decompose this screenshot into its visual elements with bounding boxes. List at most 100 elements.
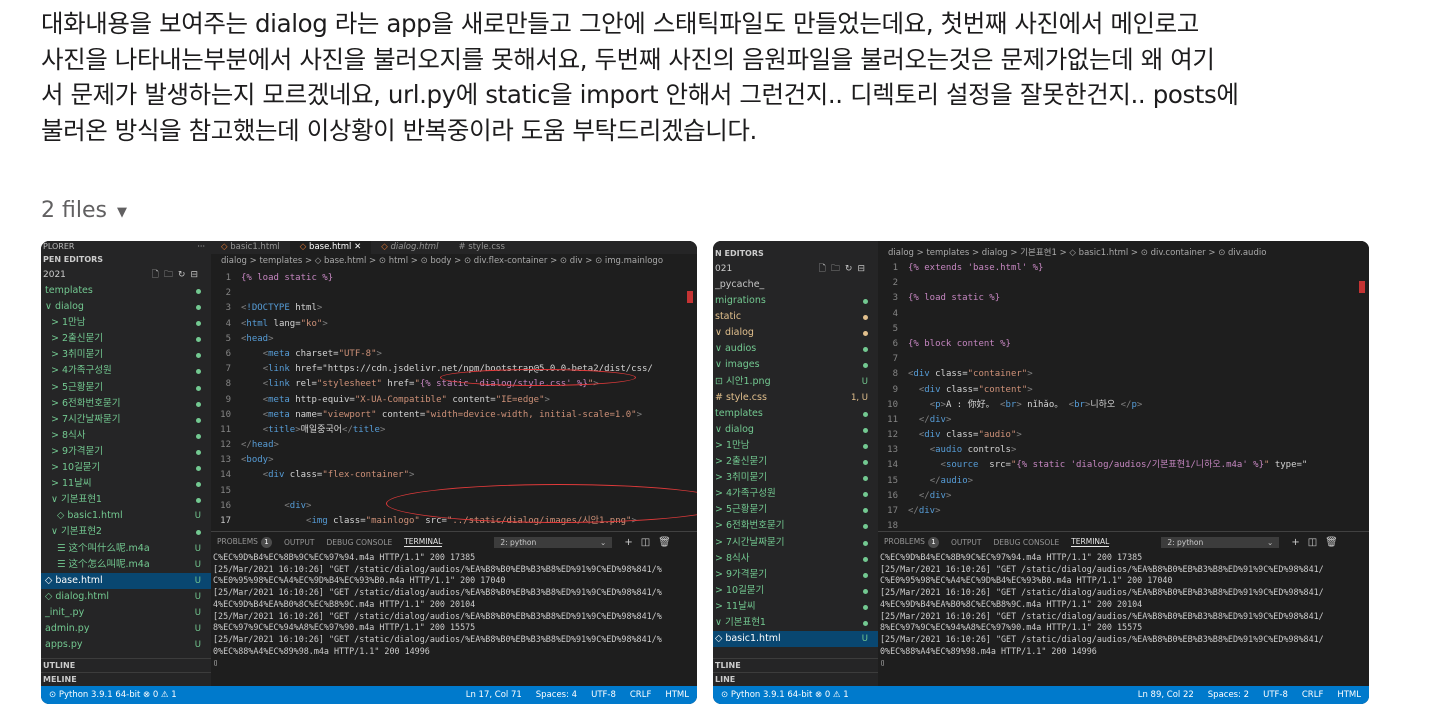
tree-item[interactable]: static: [713, 309, 878, 325]
tree-item[interactable]: ☰ 这个怎么叫呢.m4a U: [41, 557, 211, 573]
git-dot-icon: [196, 449, 201, 455]
tree-item[interactable]: > 4가족구성원: [41, 363, 211, 379]
code-line: 9 <meta http-equiv="X-UA-Compatible" con…: [211, 393, 697, 408]
tree-item[interactable]: ☰ 这个叫什么呢.m4a U: [41, 541, 211, 557]
attachments-toggle[interactable]: 2 files ▼: [41, 198, 127, 223]
tree-item[interactable]: ◇ basic1.html U: [713, 631, 878, 648]
tree-item[interactable]: > 2출신묻기: [41, 331, 211, 347]
git-dot-icon: [196, 369, 201, 375]
terminal-line: C%EC%9D%B4%EC%8B%9C%EC%97%94.m4a HTTP/1.…: [880, 552, 1143, 562]
line-number: 11: [887, 414, 898, 425]
tree-item[interactable]: > 11날씨: [41, 476, 211, 492]
terminal-line: 0%EC%88%A4%EC%89%98.m4a HTTP/1.1" 200 14…: [880, 645, 1097, 656]
code-line: 7: [878, 352, 1369, 367]
code-line: 8 <div class="container">: [878, 367, 1369, 382]
panel-actions-icon: +◫🗑: [624, 536, 679, 548]
code-line: 1 {% extends 'base.html' %}: [878, 261, 1369, 276]
git-status: U: [194, 559, 201, 570]
line-number: 10: [220, 409, 231, 420]
tree-item[interactable]: ◇ base.html U: [41, 572, 211, 589]
tree-item[interactable]: admin.py U: [41, 621, 211, 637]
tree-item-label: > 3취미묻기: [715, 472, 767, 484]
tree-item[interactable]: ∨ 기본표현1: [713, 615, 878, 631]
tree-item[interactable]: templates: [41, 283, 211, 299]
line-number: 7: [892, 354, 898, 365]
tab-dialog: ◇ dialog.html: [381, 242, 439, 252]
git-status: 1, U: [850, 392, 868, 403]
terminal-line: 8%EC%97%9C%EC%94%A8%EC%97%90.m4a HTTP/1.…: [880, 622, 1143, 633]
tree-item[interactable]: > 9가격묻기: [41, 444, 211, 460]
tree-item-label: > 11날씨: [715, 600, 756, 612]
caret-down-icon: ▼: [116, 204, 127, 220]
tree-item[interactable]: > 6전화번호묻기: [713, 518, 878, 534]
open-editors-section: N EDITORS: [715, 249, 764, 258]
terminal-line: 8%EC%97%9C%EC%94%A8%EC%97%90.m4a HTTP/1.…: [213, 622, 476, 633]
tree-item-label: ◇ basic1.html: [57, 510, 123, 522]
code-text: {% extends 'base.html' %}: [908, 263, 1044, 273]
tree-item[interactable]: > 2출신묻기: [713, 454, 878, 470]
terminal-panel: PROBLEMS 1 OUTPUT DEBUG CONSOLE TERMINAL …: [878, 531, 1369, 686]
git-dot-icon: [196, 353, 201, 359]
tree-item[interactable]: _pycache_: [713, 277, 878, 293]
tree-item[interactable]: ∨ audios: [713, 341, 878, 357]
tree-item[interactable]: > 3취미묻기: [713, 470, 878, 486]
tree-item-label: > 3취미묻기: [51, 349, 103, 361]
tree-item[interactable]: > 1만남: [713, 438, 878, 454]
tree-item[interactable]: > 5근황묻기: [713, 502, 878, 518]
git-dot-icon: [196, 401, 201, 407]
tree-item[interactable]: > 5근황묻기: [41, 380, 211, 396]
tree-item-label: ∨ 기본표현1: [51, 494, 102, 506]
terminal-select: 2: python ⌄: [494, 536, 613, 548]
line-number: 16: [220, 500, 231, 511]
tree-item[interactable]: ◇ basic1.html U: [41, 508, 211, 524]
tree-item-label: > 8식사: [715, 552, 750, 564]
status-left: ⊙ Python 3.9.1 64-bit ⊗ 0 ⚠ 1: [49, 690, 177, 700]
tree-item[interactable]: ∨ 기본표현1: [41, 492, 211, 508]
project-name: 2021: [43, 270, 66, 280]
tree-item[interactable]: > 8식사: [41, 428, 211, 444]
tree-item[interactable]: > 11날씨: [713, 599, 878, 615]
tree-item[interactable]: > 10길묻기: [41, 460, 211, 476]
tree-item[interactable]: _init_.py U: [41, 605, 211, 621]
code-line: 5 <head>: [211, 332, 697, 347]
tree-item[interactable]: ∨ dialog: [713, 325, 878, 341]
tree-item-label: ∨ audios: [715, 343, 757, 355]
tree-item[interactable]: > 6전화번호묻기: [41, 396, 211, 412]
tree-item[interactable]: migrations: [713, 293, 878, 309]
terminal-output: C%EC%9D%B4%EC%8B%9C%EC%97%94.m4a HTTP/1.…: [211, 552, 697, 669]
tree-item[interactable]: > 8식사: [713, 551, 878, 567]
code-text: <audio controls>: [929, 445, 1017, 456]
tree-item[interactable]: > 10길묻기: [713, 583, 878, 599]
tree-item[interactable]: > 7시간날짜묻기: [713, 535, 878, 551]
explorer-sidebar: N EDITORS 021 🗋🗀↻⊟ _pycache_ migrations st…: [713, 241, 878, 686]
tree-item[interactable]: > 3취미묻기: [41, 347, 211, 363]
code-line: 13 <body>: [211, 453, 697, 468]
line-number: 4: [892, 308, 898, 319]
line-number: 14: [220, 470, 231, 481]
tree-item[interactable]: > 9가격묻기: [713, 567, 878, 583]
code-line: 1 {% load static %}: [211, 271, 697, 286]
attachment-image-2[interactable]: N EDITORS 021 🗋🗀↻⊟ _pycache_ migrations st…: [713, 241, 1369, 704]
line-number: 5: [892, 323, 898, 334]
tree-item[interactable]: ◇ dialog.html U: [41, 589, 211, 605]
explorer-actions-icon: 🗋🗀↻⊟: [151, 270, 203, 280]
status-item: HTML: [1337, 690, 1361, 700]
tree-item[interactable]: ∨ 기본표현2: [41, 524, 211, 540]
tree-item[interactable]: > 7시간날짜묻기: [41, 412, 211, 428]
tree-item[interactable]: apps.py U: [41, 637, 211, 653]
attachment-image-1[interactable]: PLORER ··· PEN EDITORS 2021 🗋🗀↻⊟ templat…: [41, 241, 697, 704]
tab-problems: PROBLEMS 1: [217, 536, 272, 548]
tree-item[interactable]: > 4가족구성원: [713, 486, 878, 502]
tree-item[interactable]: ⊡ 시안1.png U: [713, 374, 878, 390]
tree-item[interactable]: > 1만남: [41, 315, 211, 331]
tree-item[interactable]: ∨ images: [713, 357, 878, 373]
file-tree: _pycache_ migrations static ∨ dialog ∨ audio…: [713, 277, 878, 648]
tree-item[interactable]: ∨ dialog: [713, 422, 878, 438]
tree-item[interactable]: ∨ dialog: [41, 299, 211, 315]
tree-item[interactable]: # style.css 1, U: [713, 390, 878, 406]
git-dot-icon: [196, 530, 201, 536]
status-bar: ⊙ Python 3.9.1 64-bit ⊗ 0 ⚠ 1 Ln 89, Col…: [713, 686, 1369, 704]
tree-item[interactable]: templates: [713, 406, 878, 422]
terminal-line: [25/Mar/2021 16:10:26] "GET /static/dial…: [880, 563, 1324, 574]
code-text: </div>: [918, 490, 952, 501]
